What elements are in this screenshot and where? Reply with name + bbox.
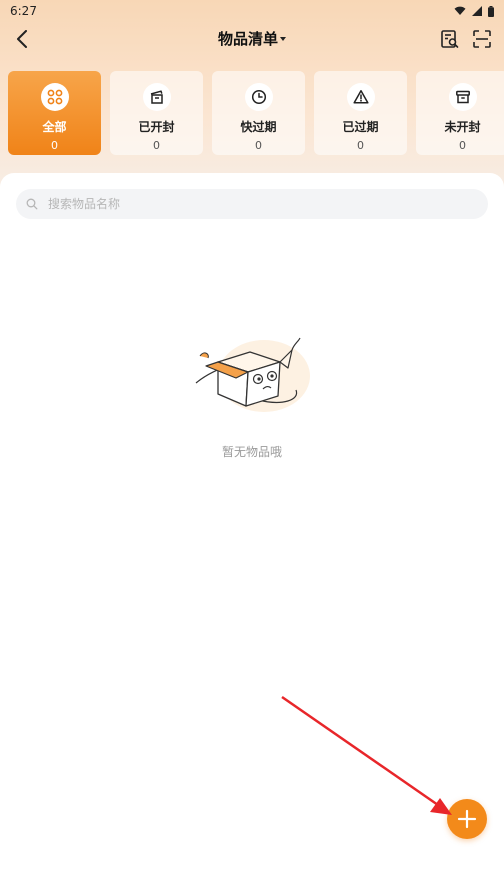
category-tab-all[interactable]: 全部 0 bbox=[8, 71, 101, 155]
category-tab-unopened[interactable]: 未开封 0 bbox=[416, 71, 504, 155]
category-count: 0 bbox=[459, 139, 466, 152]
category-label: 全部 bbox=[42, 120, 67, 134]
search-input[interactable] bbox=[46, 196, 470, 212]
wifi-icon bbox=[454, 6, 466, 16]
status-bar: 6:27 bbox=[0, 0, 504, 22]
plus-icon bbox=[457, 809, 477, 829]
content-panel: 暂无物品哦 bbox=[0, 173, 504, 895]
caret-down-icon bbox=[280, 36, 287, 41]
category-expired-icon-wrap bbox=[346, 83, 375, 111]
category-count: 0 bbox=[357, 139, 364, 152]
category-all-icon-wrap bbox=[40, 83, 69, 111]
title-dropdown[interactable]: 物品清单 bbox=[217, 28, 287, 49]
category-opened-icon-wrap bbox=[142, 83, 171, 111]
scan-icon bbox=[473, 30, 491, 48]
empty-state-text: 暂无物品哦 bbox=[221, 445, 282, 459]
status-icons bbox=[454, 5, 494, 17]
category-count: 0 bbox=[255, 139, 262, 152]
category-tab-opened[interactable]: 已开封 0 bbox=[110, 71, 203, 155]
category-tabs: 全部 0 已开封 0 快过期 0 已过期 0 未开封 0 bbox=[8, 71, 504, 157]
battery-icon bbox=[488, 5, 494, 17]
back-button[interactable] bbox=[10, 27, 34, 51]
category-expiring-icon-wrap bbox=[244, 83, 273, 111]
add-item-button[interactable] bbox=[447, 799, 487, 839]
grid-icon bbox=[47, 89, 62, 105]
category-tab-expired[interactable]: 已过期 0 bbox=[314, 71, 407, 155]
status-time: 6:27 bbox=[10, 4, 37, 18]
search-icon bbox=[26, 198, 38, 210]
archive-box-icon bbox=[455, 90, 470, 104]
clock-icon bbox=[251, 89, 266, 105]
search-document-button[interactable] bbox=[438, 27, 462, 51]
category-count: 0 bbox=[51, 139, 58, 152]
opened-package-icon bbox=[150, 90, 163, 104]
document-search-icon bbox=[441, 30, 459, 48]
search-bar[interactable] bbox=[16, 189, 488, 219]
signal-icon bbox=[472, 6, 482, 16]
warning-icon bbox=[352, 90, 369, 104]
category-count: 0 bbox=[153, 139, 160, 152]
empty-box-illustration bbox=[195, 337, 310, 412]
category-label: 快过期 bbox=[240, 120, 277, 134]
scan-button[interactable] bbox=[470, 27, 494, 51]
category-tab-expiring[interactable]: 快过期 0 bbox=[212, 71, 305, 155]
category-unopened-icon-wrap bbox=[448, 83, 477, 111]
header: 物品清单 bbox=[0, 22, 504, 58]
page-title: 物品清单 bbox=[217, 30, 279, 48]
category-label: 未开封 bbox=[444, 120, 481, 134]
chevron-left-icon bbox=[17, 30, 27, 48]
category-label: 已开封 bbox=[138, 120, 175, 134]
category-label: 已过期 bbox=[342, 120, 379, 134]
